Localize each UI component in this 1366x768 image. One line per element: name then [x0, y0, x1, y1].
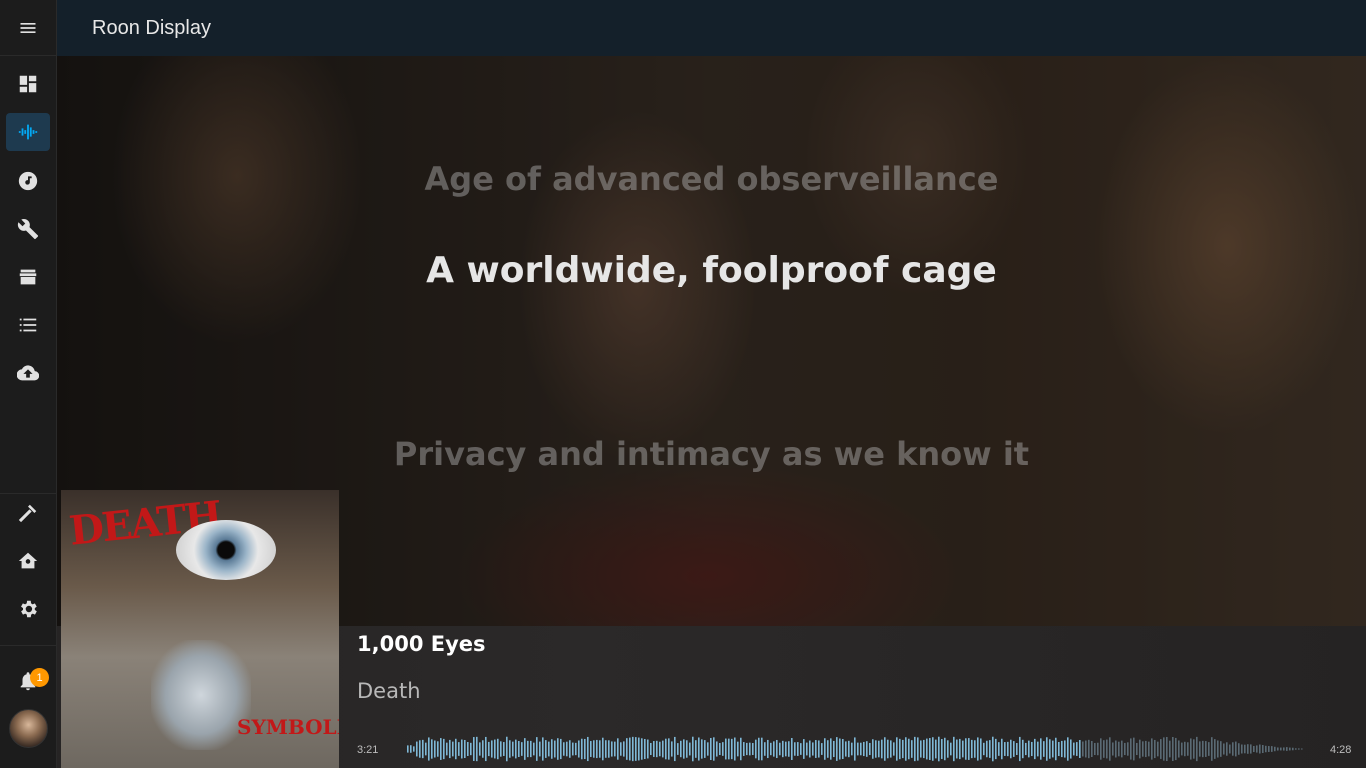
hammer-icon: [18, 504, 37, 523]
album-title-art: SYMBOLIC: [237, 715, 339, 739]
sidebar: 1: [0, 0, 57, 768]
lyric-previous: Age of advanced observeillance: [424, 160, 999, 198]
list-icon: [19, 318, 37, 332]
sidebar-item-config[interactable]: [6, 210, 50, 248]
album-eye-artwork: [176, 520, 276, 580]
sidebar-item-roon-display[interactable]: [6, 113, 50, 151]
sidebar-item-developer-tools[interactable]: [6, 494, 50, 532]
sidebar-header: [0, 0, 56, 56]
sidebar-item-media[interactable]: [6, 162, 50, 200]
track-title: 1,000 Eyes: [357, 632, 486, 656]
waveform-icon: [18, 124, 38, 140]
sidebar-item-overview[interactable]: [6, 65, 50, 103]
notification-badge: 1: [30, 668, 49, 687]
store-icon: [19, 269, 37, 285]
lyric-current: A worldwide, foolproof cage: [426, 250, 997, 291]
top-app-bar: Roon Display: [57, 0, 1366, 56]
sidebar-item-settings-home[interactable]: [6, 542, 50, 580]
album-art: DEATH SYMBOLIC: [61, 490, 339, 768]
sidebar-item-hacs[interactable]: [6, 258, 50, 296]
waveform-seekbar[interactable]: [407, 736, 1304, 762]
lyric-next: Privacy and intimacy as we know it: [393, 435, 1030, 473]
track-artist: Death: [357, 679, 421, 703]
album-hands-artwork: [151, 640, 251, 750]
avatar[interactable]: [9, 709, 48, 748]
wrench-icon: [17, 219, 39, 240]
gear-icon: [21, 600, 37, 618]
sidebar-item-logbook[interactable]: [6, 306, 50, 344]
cloud-upload-icon: [17, 365, 39, 381]
dashboard-icon: [19, 75, 37, 93]
home-gear-icon: [18, 552, 38, 569]
page-title: Roon Display: [92, 16, 211, 39]
music-note-icon: [18, 171, 38, 191]
sidebar-item-settings[interactable]: [6, 590, 50, 628]
elapsed-time: 3:21: [357, 744, 379, 756]
sidebar-item-backup[interactable]: [6, 354, 50, 392]
hamburger-menu-icon[interactable]: [18, 18, 38, 38]
track-duration: 4:28: [1330, 744, 1352, 756]
sidebar-divider: [0, 645, 57, 646]
